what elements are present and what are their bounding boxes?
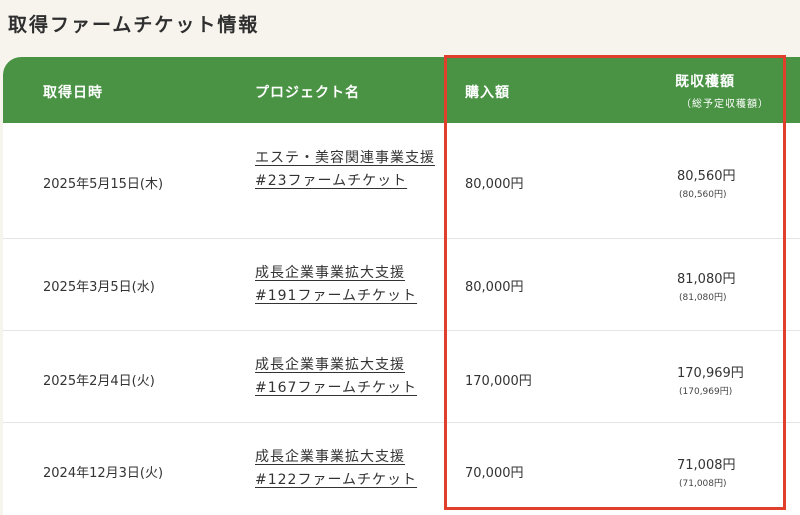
project-link[interactable]: 成長企業事業拡大支援#191ファームチケット — [255, 262, 435, 308]
header-yield-sub: （総予定収穫額） — [681, 99, 769, 110]
row-yield-total: (81,080円) — [679, 293, 727, 303]
page-title: 取得ファームチケット情報 — [8, 14, 260, 36]
farm-ticket-table: 取得日時 プロジェクト名 購入額 既収穫額 （総予定収穫額） 2025年5月15… — [3, 57, 800, 515]
row-date: 2025年3月5日(水) — [43, 280, 155, 295]
header-yield-label: 既収穫額 — [675, 74, 735, 90]
row-purchase: 80,000円 — [465, 280, 524, 295]
row-yield-value: 81,080円 — [677, 272, 736, 287]
row-yield-total: (80,560円) — [679, 190, 727, 200]
page: 取得ファームチケット情報 取得日時 プロジェクト名 購入額 既収穫額 （総予定収… — [0, 0, 800, 515]
row-yield-value: 170,969円 — [677, 366, 744, 381]
row-purchase: 70,000円 — [465, 466, 524, 481]
row-purchase: 170,000円 — [465, 374, 532, 389]
project-link[interactable]: 成長企業事業拡大支援#167ファームチケット — [255, 354, 435, 400]
project-link[interactable]: 成長企業事業拡大支援#122ファームチケット — [255, 446, 435, 492]
row-date: 2025年5月15日(木) — [43, 177, 164, 192]
table-row: 2025年3月5日(水) 成長企業事業拡大支援#191ファームチケット 80,0… — [3, 238, 800, 331]
row-yield: 170,969円 (170,969円) — [677, 362, 744, 397]
row-yield-value: 71,008円 — [677, 458, 736, 473]
header-yield: 既収穫額 （総予定収穫額） — [675, 71, 769, 110]
table-row: 2025年2月4日(火) 成長企業事業拡大支援#167ファームチケット 170,… — [3, 330, 800, 423]
header-project: プロジェクト名 — [255, 85, 360, 101]
row-yield: 71,008円 (71,008円) — [677, 454, 736, 489]
header-date: 取得日時 — [43, 85, 103, 101]
project-link[interactable]: エステ・美容関連事業支援#23ファームチケット — [255, 147, 435, 193]
row-yield-total: (71,008円) — [679, 479, 727, 489]
row-yield-total: (170,969円) — [679, 387, 733, 397]
table-header: 取得日時 プロジェクト名 購入額 既収穫額 （総予定収穫額） — [3, 57, 800, 123]
row-purchase: 80,000円 — [465, 177, 524, 192]
row-date: 2025年2月4日(火) — [43, 374, 155, 389]
row-yield: 80,560円 (80,560円) — [677, 165, 736, 200]
row-yield-value: 80,560円 — [677, 169, 736, 184]
row-date: 2024年12月3日(火) — [43, 466, 164, 481]
row-yield: 81,080円 (81,080円) — [677, 268, 736, 303]
header-purchase: 購入額 — [465, 85, 510, 101]
table-row: 2024年12月3日(火) 成長企業事業拡大支援#122ファームチケット 70,… — [3, 422, 800, 515]
table-row: 2025年5月15日(木) エステ・美容関連事業支援#23ファームチケット 80… — [3, 123, 800, 239]
